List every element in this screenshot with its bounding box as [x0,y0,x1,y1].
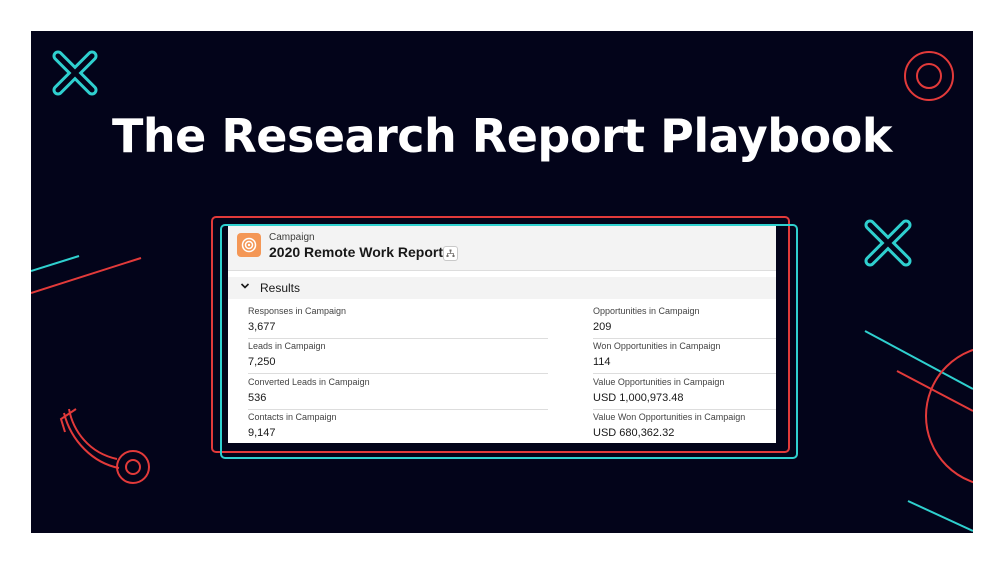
left-stripe-lines [31,255,142,294]
teal-highlight-frame [220,224,798,459]
hero-banner: The Research Report Playbook Campaign 20… [31,31,973,533]
headline: The Research Report Playbook [112,109,892,163]
right-stripe-lines [864,330,973,532]
arrow-curve-icon [59,408,150,484]
red-circle-icon-top-right [904,51,954,101]
